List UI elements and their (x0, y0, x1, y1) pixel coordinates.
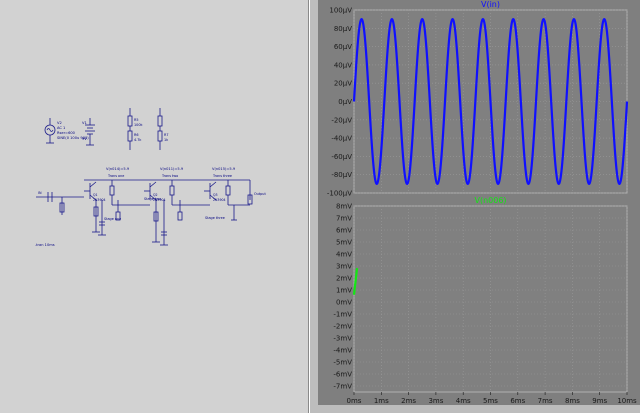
bias-resistor-r6-ref: R6 (134, 133, 139, 137)
plot-pane-vn006[interactable]: V(n006) 8mV 7mV 6mV 5mV 4mV 3mV 2mV 1mV 0mV -1mV -2… (333, 196, 628, 393)
y-tick-label: 8mV (336, 203, 352, 211)
y-tick-label: -1mV (333, 311, 352, 319)
time-axis: 0ms 1ms 2ms 3ms 4ms 5ms 6ms 7ms 8ms 9ms 10ms (347, 392, 637, 405)
voltage-source-v2[interactable] (44, 118, 56, 144)
input-label: IN (38, 191, 42, 195)
bias-resistor-r7-value: 1k (164, 138, 168, 142)
x-tick-label: 10ms (617, 397, 637, 405)
x-tick-label: 3ms (428, 397, 443, 405)
x-tick-label: 2ms (401, 397, 416, 405)
y-tick-label: -40µV (331, 135, 352, 143)
y-tick-label: 20µV (334, 80, 352, 88)
y-tick-label: -3mV (333, 335, 352, 343)
stage-1-transistor-ref: Q1 (93, 193, 98, 197)
y-tick-label: 0µV (338, 98, 352, 106)
y-tick-label: -20µV (331, 116, 352, 124)
x-tick-label: 4ms (456, 397, 471, 405)
stage-3-transistor-ref: Q3 (213, 193, 218, 197)
v1-value: 9V (82, 137, 87, 141)
bias-resistor-r5-ref: R5 (134, 118, 139, 122)
trace-title[interactable]: V(in) (481, 0, 500, 9)
y-tick-label: -5mV (333, 359, 352, 367)
stage-3-title: Trans three (212, 174, 232, 178)
y-tick-label: 80µV (334, 25, 352, 33)
y-tick-label: 3mV (336, 263, 352, 271)
stage-1-title: Trans one (107, 174, 124, 178)
y-tick-label: -7mV (333, 383, 352, 391)
stage-3-transistor-q3[interactable] (204, 180, 253, 221)
waveform-viewer[interactable]: V(in) 100µV 80µV 60µV 40µV 20µV 0µV -20µV -40µV -… (318, 0, 640, 413)
schematic-pane[interactable]: V2 AC 1 Rser=600 SINE(0 100u 900) V1 9V … (0, 0, 309, 413)
y-tick-label: 6mV (336, 227, 352, 235)
v1-ref: V1 (82, 121, 87, 125)
stage-2-title: Trans two (161, 174, 178, 178)
stage-2-bias-label: Stage two (144, 197, 161, 201)
y-tick-label: -2mV (333, 323, 352, 331)
x-tick-label: 0ms (347, 397, 362, 405)
plot-pane-vin[interactable]: V(in) 100µV 80µV 60µV 40µV 20µV 0µV -20µV -40µV -… (327, 0, 629, 198)
stage-3-transistor-model: 2N3904 (213, 198, 226, 202)
stage-3-bias-label: Stage three (205, 216, 225, 220)
x-tick-label: 1ms (374, 397, 389, 405)
bias-resistor-column-1[interactable] (127, 108, 133, 150)
trace-title[interactable]: V(n006) (474, 196, 506, 205)
v2-ref: V2 (57, 121, 62, 125)
y-tick-label: 2mV (336, 275, 352, 283)
status-strip (318, 405, 640, 413)
x-tick-label: 7ms (538, 397, 553, 405)
waveform-canvas[interactable]: V(in) 100µV 80µV 60µV 40µV 20µV 0µV -20µV -40µV -… (318, 0, 640, 413)
v2-param-2: Rser=600 (57, 131, 76, 135)
y-tick-label: 4mV (336, 251, 352, 259)
bias-resistor-r6-value: 4.7k (134, 138, 141, 142)
y-tick-label: -60µV (331, 153, 352, 161)
y-tick-label: 60µV (334, 43, 352, 51)
y-tick-label: -6mV (333, 371, 352, 379)
stage-1-transistor-model: 2N3904 (93, 198, 106, 202)
stage-3-node: V(n015)=5.9 (212, 167, 236, 171)
x-tick-label: 6ms (510, 397, 525, 405)
bias-resistor-r7-ref: R7 (164, 133, 169, 137)
schematic-canvas[interactable]: V2 AC 1 Rser=600 SINE(0 100u 900) V1 9V … (0, 0, 308, 413)
x-tick-label: 8ms (565, 397, 580, 405)
stage-2-transistor-q2[interactable] (144, 180, 210, 246)
y-tick-label: -100µV (327, 190, 352, 198)
y-tick-label: 0mV (336, 299, 352, 307)
x-tick-label: 9ms (592, 397, 607, 405)
stage-2-node: V(n011)=5.9 (160, 167, 184, 171)
stage-1-transistor-q1[interactable] (84, 180, 150, 236)
y-tick-label: 1mV (336, 287, 352, 295)
output-label: Output (254, 192, 266, 196)
bias-resistor-column-2[interactable] (157, 108, 163, 150)
stage-1-node: V(n014)=5.9 (106, 167, 130, 171)
y-tick-label: 5mV (336, 239, 352, 247)
bias-resistor-r5-value: 100k (134, 123, 142, 127)
y-tick-label: 40µV (334, 61, 352, 69)
stage-1-bias-label: Stage one (104, 217, 121, 221)
y-tick-label: 7mV (336, 215, 352, 223)
y-tick-label: 100µV (329, 7, 352, 15)
x-tick-label: 5ms (483, 397, 498, 405)
y-tick-label: -80µV (331, 171, 352, 179)
v2-param-1: AC 1 (57, 126, 65, 130)
tran-directive[interactable]: .tran 10ms (35, 243, 55, 247)
y-tick-label: -4mV (333, 347, 352, 355)
